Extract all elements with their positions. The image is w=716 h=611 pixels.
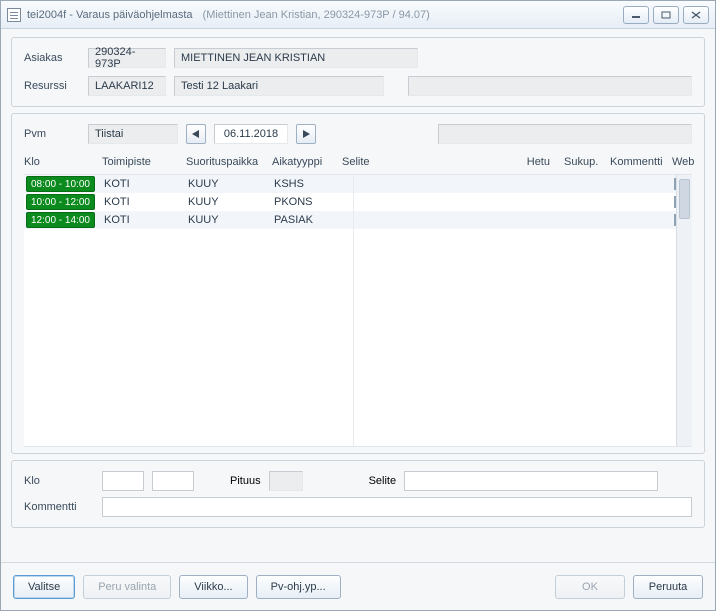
col-toimipiste: Toimipiste [102, 156, 180, 168]
resurssi-label: Resurssi [24, 80, 80, 92]
date-extra-field[interactable] [438, 124, 692, 144]
col-hetu: Hetu [468, 156, 558, 168]
table-row[interactable]: 10:00 - 12:00 KOTI KUUY PKONS [24, 193, 676, 211]
peru-valinta-button[interactable]: Peru valinta [83, 575, 171, 599]
date-field[interactable]: 06.11.2018 [214, 124, 288, 144]
weekday-field[interactable]: Tiistai [88, 124, 178, 144]
peruuta-button[interactable]: Peruuta [633, 575, 703, 599]
cell-aikatyyppi: PASIAK [272, 214, 336, 226]
cell-aikatyyppi: KSHS [272, 178, 336, 190]
resurssi-extra-field[interactable] [408, 76, 692, 96]
window-subtitle: (Miettinen Jean Kristian, 290324-973P / … [203, 9, 430, 21]
date-prev-button[interactable] [186, 124, 206, 144]
time-chip: 10:00 - 12:00 [26, 194, 95, 210]
selite-label: Selite [369, 475, 397, 487]
date-next-button[interactable] [296, 124, 316, 144]
app-window: tei2004f - Varaus päiväohjelmasta (Miett… [0, 0, 716, 611]
ok-button[interactable]: OK [555, 575, 625, 599]
col-klo: Klo [24, 156, 96, 168]
cell-suorituspaikka: KUUY [186, 214, 266, 226]
window-code: tei2004f - Varaus päiväohjelmasta [27, 9, 193, 21]
cell-toimipiste: KOTI [102, 196, 180, 208]
grid-header: Klo Toimipiste Suorituspaikka Aikatyyppi… [24, 154, 692, 174]
time-chip: 08:00 - 10:00 [26, 176, 95, 192]
asiakas-label: Asiakas [24, 52, 80, 64]
col-selite: Selite [342, 156, 462, 168]
footer: Valitse Peru valinta Viikko... Pv-ohj.yp… [1, 562, 715, 610]
viikko-button[interactable]: Viikko... [179, 575, 247, 599]
table-row[interactable]: 12:00 - 14:00 KOTI KUUY PASIAK [24, 211, 676, 229]
cell-aikatyyppi: PKONS [272, 196, 336, 208]
kommentti-input[interactable] [102, 497, 692, 517]
detail-panel: Klo Pituus Selite Kommentti [11, 460, 705, 528]
cell-toimipiste: KOTI [102, 178, 180, 190]
grid-body: 08:00 - 10:00 KOTI KUUY KSHS 10:00 - 12:00 KO… [24, 174, 692, 447]
table-row[interactable]: 08:00 - 10:00 KOTI KUUY KSHS [24, 175, 676, 193]
pvm-label: Pvm [24, 128, 80, 140]
klo-to-input[interactable] [152, 471, 194, 491]
header-panel: Asiakas 290324-973P MIETTINEN JEAN KRIST… [11, 37, 705, 107]
close-button[interactable] [683, 6, 709, 24]
selite-input[interactable] [404, 471, 658, 491]
klo-label: Klo [24, 475, 94, 487]
time-chip: 12:00 - 14:00 [26, 212, 95, 228]
kommentti-label: Kommentti [24, 501, 94, 513]
pituus-label: Pituus [230, 475, 261, 487]
app-icon [7, 8, 21, 22]
cell-suorituspaikka: KUUY [186, 178, 266, 190]
minimize-button[interactable] [623, 6, 649, 24]
valitse-button[interactable]: Valitse [13, 575, 75, 599]
titlebar: tei2004f - Varaus päiväohjelmasta (Miett… [1, 1, 715, 29]
maximize-button[interactable] [653, 6, 679, 24]
asiakas-name-field[interactable]: MIETTINEN JEAN KRISTIAN [174, 48, 418, 68]
grid-scrollbar[interactable] [676, 175, 692, 446]
col-aikatyyppi: Aikatyyppi [272, 156, 336, 168]
cell-suorituspaikka: KUUY [186, 196, 266, 208]
cell-toimipiste: KOTI [102, 214, 180, 226]
col-kommentti: Kommentti [610, 156, 666, 168]
schedule-panel: Pvm Tiistai 06.11.2018 Klo Toimipiste Su… [11, 113, 705, 454]
pituus-field[interactable] [269, 471, 303, 491]
pv-ohj-button[interactable]: Pv-ohj.yp... [256, 575, 341, 599]
col-sukup: Sukup. [564, 156, 604, 168]
col-web: Web [672, 156, 698, 168]
col-suorituspaikka: Suorituspaikka [186, 156, 266, 168]
resurssi-code-field[interactable]: LAAKARI12 [88, 76, 166, 96]
resurssi-name-field[interactable]: Testi 12 Laakari [174, 76, 384, 96]
asiakas-id-field[interactable]: 290324-973P [88, 48, 166, 68]
klo-from-input[interactable] [102, 471, 144, 491]
